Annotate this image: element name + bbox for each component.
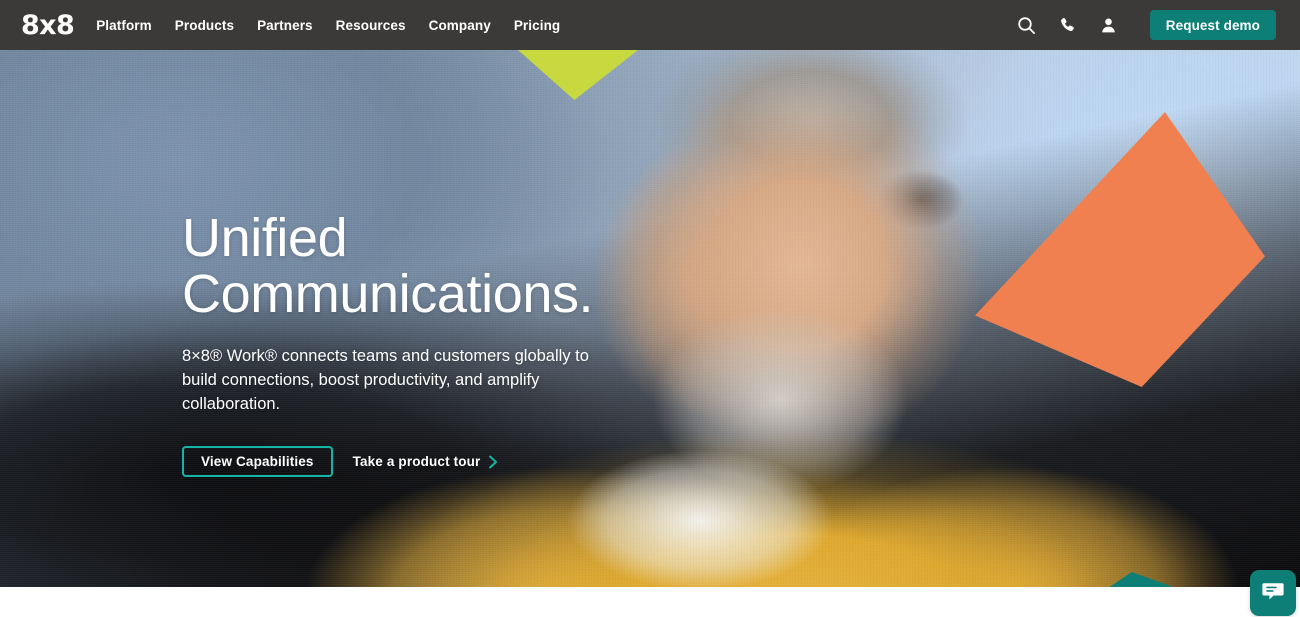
nav-item-partners[interactable]: Partners: [257, 18, 313, 33]
hero-subtitle: 8×8® Work® connects teams and customers …: [182, 347, 589, 414]
user-account-icon[interactable]: [1098, 14, 1120, 36]
nav-utility-group: Request demo: [1016, 10, 1276, 40]
hero-title-line-1: Unified: [182, 208, 348, 268]
hero-title: Unified Communications.: [182, 210, 802, 322]
chevron-right-icon: [488, 455, 498, 469]
view-capabilities-button[interactable]: View Capabilities: [182, 446, 333, 478]
bottom-white-strip: [0, 587, 1300, 617]
request-demo-button[interactable]: Request demo: [1149, 10, 1276, 40]
nav-item-pricing[interactable]: Pricing: [514, 18, 560, 33]
top-navigation-bar: 8x8 Platform Products Partners Resources…: [0, 0, 1300, 50]
search-icon[interactable]: [1016, 14, 1038, 36]
hero-cta-group: View Capabilities Take a product tour: [182, 446, 802, 478]
site-logo[interactable]: 8x8: [21, 9, 75, 41]
hero-content: Unified Communications. 8×8® Work® conne…: [182, 210, 802, 478]
nav-item-resources[interactable]: Resources: [336, 18, 406, 33]
nav-item-products[interactable]: Products: [175, 18, 234, 33]
phone-icon[interactable]: [1057, 14, 1079, 36]
site-logo-text: 8x8: [21, 9, 75, 41]
hero-title-line-2: Communications.: [182, 264, 594, 325]
primary-nav-links: Platform Products Partners Resources Com…: [96, 18, 560, 33]
take-product-tour-label: Take a product tour: [352, 454, 481, 470]
nav-item-company[interactable]: Company: [429, 18, 491, 33]
chat-widget-button[interactable]: [1250, 570, 1296, 616]
page-root: 8x8 Platform Products Partners Resources…: [0, 0, 1300, 617]
take-product-tour-link[interactable]: Take a product tour: [353, 454, 499, 469]
nav-item-platform[interactable]: Platform: [96, 18, 152, 33]
chat-bubble-icon: [1260, 578, 1286, 609]
